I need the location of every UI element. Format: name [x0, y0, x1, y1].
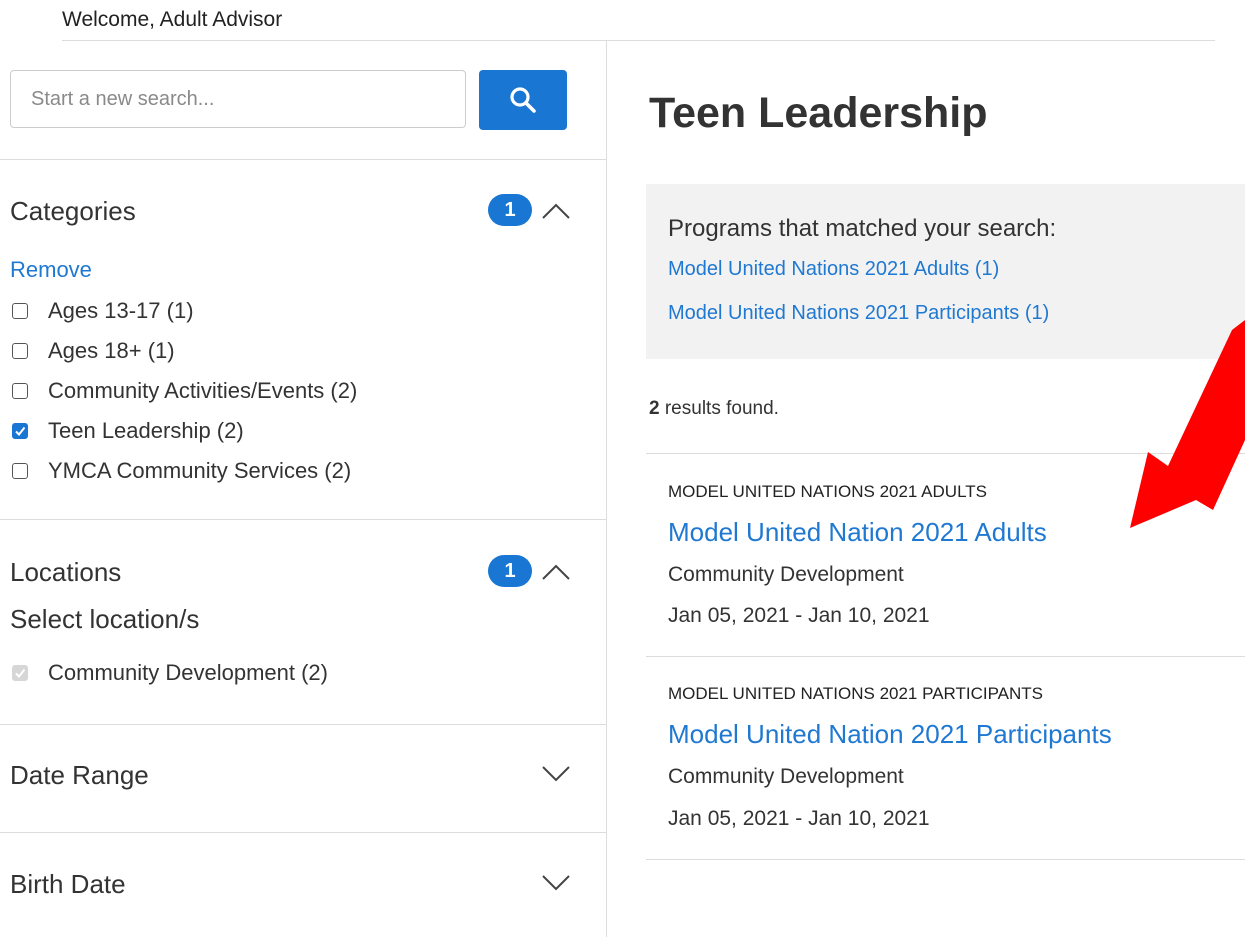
chevron-down-icon[interactable] [541, 872, 571, 892]
filter-sidebar: Categories 1 Remove Ages 13-17 (1) Ages … [0, 41, 607, 937]
result-location: Community Development [668, 765, 904, 788]
welcome-text: Welcome, Adult Advisor [62, 8, 283, 31]
check-icon [15, 668, 26, 679]
locations-subtitle: Select location/s [10, 604, 200, 634]
category-checkbox-ages-13-17[interactable]: Ages 13-17 (1) [12, 295, 194, 327]
results-number: 2 [649, 398, 660, 419]
chevron-down-icon[interactable] [541, 763, 571, 783]
result-eyebrow: MODEL UNITED NATIONS 2021 PARTICIPANTS [668, 684, 1044, 703]
checkbox-label: Ages 18+ (1) [48, 338, 175, 363]
checkbox[interactable] [12, 343, 28, 359]
search-input[interactable] [10, 70, 466, 128]
remove-categories-link[interactable]: Remove [10, 257, 92, 283]
result-title-link[interactable]: Model United Nation 2021 Adults [668, 517, 1047, 548]
checkbox-checked[interactable] [12, 423, 28, 439]
top-bar: Welcome, Adult Advisor [62, 0, 1215, 41]
location-checkbox-community-development: Community Development (2) [12, 657, 328, 689]
search-icon [510, 87, 536, 113]
result-location: Community Development [668, 563, 904, 586]
category-checkbox-ymca-community-services[interactable]: YMCA Community Services (2) [12, 455, 351, 487]
category-checkbox-ages-18-plus[interactable]: Ages 18+ (1) [12, 335, 175, 367]
checkbox-label: Community Activities/Events (2) [48, 378, 358, 403]
category-checkbox-community-activities[interactable]: Community Activities/Events (2) [12, 375, 357, 407]
checkbox-label: Ages 13-17 (1) [48, 298, 194, 323]
date-range-title[interactable]: Date Range [10, 760, 149, 791]
categories-title[interactable]: Categories [10, 196, 136, 227]
divider [0, 724, 606, 725]
divider [0, 159, 606, 160]
divider [646, 656, 1245, 657]
matched-program-link[interactable]: Model United Nations 2021 Adults (1) [668, 258, 999, 281]
result-title-link[interactable]: Model United Nation 2021 Participants [668, 719, 1112, 750]
checkbox-label: Teen Leadership (2) [48, 418, 244, 443]
checkbox-label: YMCA Community Services (2) [48, 458, 352, 483]
birth-date-title[interactable]: Birth Date [10, 869, 126, 900]
divider [0, 519, 606, 520]
result-dates: Jan 05, 2021 - Jan 10, 2021 [668, 807, 930, 830]
result-dates: Jan 05, 2021 - Jan 10, 2021 [668, 604, 930, 627]
matched-programs-title: Programs that matched your search: [668, 215, 1057, 242]
result-eyebrow: MODEL UNITED NATIONS 2021 ADULTS [668, 482, 987, 501]
checkbox-label: Community Development (2) [48, 660, 328, 685]
red-arrow-icon [1130, 320, 1245, 528]
check-icon [15, 426, 26, 437]
chevron-up-icon[interactable] [541, 201, 571, 221]
locations-title[interactable]: Locations [10, 557, 121, 588]
chevron-up-icon[interactable] [541, 562, 571, 582]
divider [0, 832, 606, 833]
locations-count-badge: 1 [488, 555, 532, 587]
results-count: 2 results found. [649, 398, 779, 420]
checkbox-disabled [12, 665, 28, 681]
category-checkbox-teen-leadership[interactable]: Teen Leadership (2) [12, 415, 244, 447]
categories-count-badge: 1 [488, 194, 532, 226]
matched-program-link[interactable]: Model United Nations 2021 Participants (… [668, 302, 1049, 325]
search-button[interactable] [479, 70, 567, 130]
checkbox[interactable] [12, 303, 28, 319]
divider [646, 859, 1245, 860]
checkbox[interactable] [12, 383, 28, 399]
checkbox[interactable] [12, 463, 28, 479]
page-title: Teen Leadership [649, 89, 988, 137]
results-suffix: results found. [659, 398, 779, 419]
